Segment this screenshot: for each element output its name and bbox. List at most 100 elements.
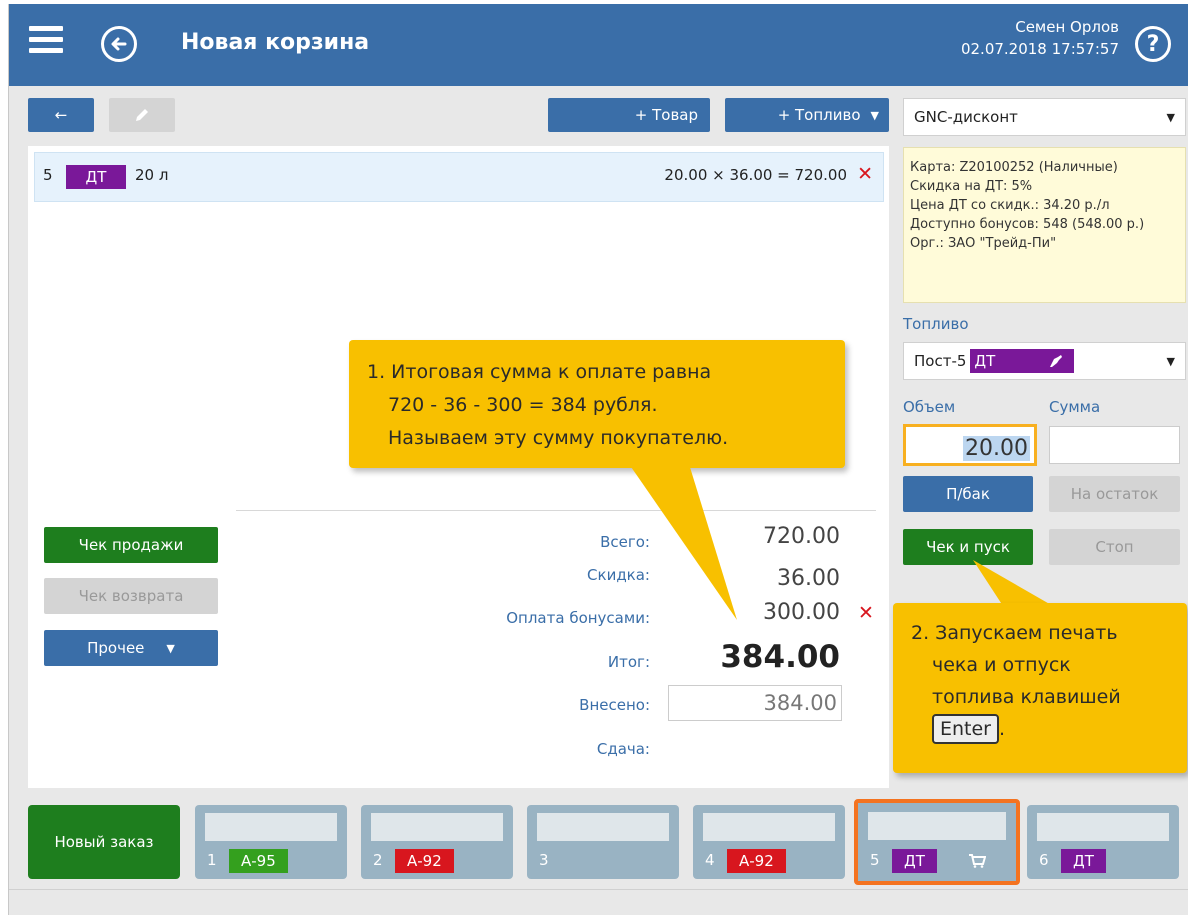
order-tab-number: 6 [1039, 851, 1049, 869]
order-tab-4[interactable]: 4 А-92 [693, 805, 845, 879]
stop-label: Стоп [1095, 538, 1134, 556]
order-fuel-badge: А-92 [727, 849, 786, 873]
page-title: Новая корзина [181, 30, 370, 55]
remove-bonus-icon[interactable]: ✕ [858, 602, 874, 624]
callout-line: 2. Запускаем печать [911, 622, 1118, 644]
dropdown-arrow-icon: ▼ [1166, 110, 1175, 124]
order-tab-bar [703, 813, 835, 841]
status-strip [9, 889, 1188, 915]
discount-label: Скидка: [587, 566, 650, 584]
pump-value: Пост-5 [914, 352, 967, 370]
chevron-down-icon: ▼ [166, 641, 175, 655]
order-tab-bar [1037, 813, 1169, 841]
callout-line: 1. Итоговая сумма к оплате равна [367, 361, 712, 383]
pump-fuel-label: ДТ [974, 352, 996, 370]
order-tab-bar [371, 813, 503, 841]
callout-enter-key: 2. Запускаем печать чека и отпуск топлив… [893, 603, 1187, 773]
amount-input[interactable] [1049, 426, 1180, 464]
chevron-down-icon: ▼ [870, 108, 879, 122]
callout-line: чека и отпуск [932, 654, 1071, 676]
order-fuel-badge: ДТ [1061, 849, 1106, 873]
paid-input[interactable]: 384.00 [668, 685, 842, 721]
order-tab-6[interactable]: 6 ДТ [1027, 805, 1179, 879]
user-info: Семен Орлов 02.07.2018 17:57:57 [961, 16, 1119, 60]
amount-label: Сумма [1049, 398, 1101, 416]
card-info-line: Цена ДТ со скидк.: 34.20 р./л [910, 198, 1110, 213]
cart-row[interactable]: 5 ДТ 20 л 20.00 × 36.00 = 720.00 ✕ [34, 152, 884, 202]
stop-button[interactable]: Стоп [1049, 529, 1180, 565]
callout-pointer [629, 464, 737, 620]
question-circle-icon[interactable]: ? [1135, 26, 1171, 62]
dropdown-arrow-icon: ▼ [1166, 354, 1175, 368]
paid-label: Внесено: [579, 696, 650, 714]
pencil-icon [136, 109, 148, 121]
new-order-label: Новый заказ [54, 833, 154, 851]
callout-line: Называем эту сумму покупателю. [388, 427, 729, 449]
add-fuel-button[interactable]: + Топливо ▼ [725, 98, 889, 132]
order-tab-number: 2 [373, 851, 383, 869]
cart-item-calc: 20.00 × 36.00 = 720.00 [664, 166, 847, 184]
order-tab-5[interactable]: 5 ДТ [854, 799, 1020, 885]
cart-item-volume: 20 л [135, 166, 169, 184]
sale-receipt-label: Чек продажи [78, 536, 184, 554]
top-bar: Новая корзина Семен Орлов 02.07.2018 17:… [9, 4, 1188, 86]
order-tab-number: 3 [539, 851, 549, 869]
full-tank-button[interactable]: П/бак [903, 476, 1033, 512]
order-tab-bar [868, 812, 1006, 840]
order-tab-1[interactable]: 1 А-95 [195, 805, 347, 879]
card-info-line: Орг.: ЗАО "Трейд-Пи" [910, 236, 1057, 251]
order-fuel-badge: А-92 [395, 849, 454, 873]
add-item-label: + Товар [634, 106, 698, 124]
order-tab-3[interactable]: 3 [527, 805, 679, 879]
callout-line: 720 - 36 - 300 = 384 рубля. [388, 394, 658, 416]
order-fuel-badge: ДТ [892, 849, 937, 873]
volume-label: Объем [903, 398, 956, 416]
card-info-box: Карта: Z20100252 (Наличные) Скидка на ДТ… [903, 147, 1186, 303]
print-and-start-label: Чек и пуск [926, 538, 1010, 556]
volume-input-value: 20.00 [963, 436, 1030, 461]
total-label: Всего: [600, 533, 650, 551]
callout-period: . [999, 718, 1006, 740]
new-order-button[interactable]: Новый заказ [28, 805, 180, 879]
app-window: Новая корзина Семен Орлов 02.07.2018 17:… [8, 4, 1188, 915]
change-label: Сдача: [596, 740, 650, 758]
return-receipt-label: Чек возврата [78, 587, 184, 605]
remove-item-icon[interactable]: ✕ [857, 163, 873, 185]
add-fuel-label: + Топливо [777, 106, 861, 124]
pump-select[interactable]: Пост-5 ДТ ▼ [903, 342, 1186, 380]
user-name: Семен Орлов [1015, 18, 1119, 36]
order-tab-bar [537, 813, 669, 841]
order-tab-bar [205, 813, 337, 841]
bonus-label: Оплата бонусами: [506, 609, 650, 627]
fuel-label: Топливо [903, 315, 969, 333]
pump-fuel-badge: ДТ [970, 349, 1075, 373]
back-button[interactable]: ← [28, 98, 94, 132]
other-label: Прочее [87, 639, 145, 657]
order-tab-number: 1 [207, 851, 217, 869]
edit-button[interactable] [109, 98, 175, 132]
enter-key: Enter [932, 714, 999, 744]
callout-total-explanation: 1. Итоговая сумма к оплате равна 720 - 3… [349, 340, 845, 468]
back-circle-icon[interactable] [101, 26, 137, 62]
volume-input[interactable]: 20.00 [903, 424, 1037, 466]
remainder-label: На остаток [1070, 485, 1159, 503]
remainder-button[interactable]: На остаток [1049, 476, 1180, 512]
discount-program-select[interactable]: GNC-дисконт ▼ [903, 98, 1186, 136]
sale-receipt-button[interactable]: Чек продажи [44, 527, 218, 563]
fuel-nozzle-icon [1050, 355, 1063, 367]
result-value: 384.00 [720, 639, 840, 675]
hamburger-icon[interactable] [29, 26, 63, 60]
card-info-line: Скидка на ДТ: 5% [910, 179, 1033, 194]
result-label: Итог: [607, 653, 650, 671]
order-tab-number: 5 [870, 851, 880, 869]
order-tab-number: 4 [705, 851, 715, 869]
card-info-line: Доступно бонусов: 548 (548.00 р.) [910, 217, 1145, 232]
back-arrow-icon: ← [54, 106, 68, 124]
add-item-button[interactable]: + Товар [548, 98, 710, 132]
current-datetime: 02.07.2018 17:57:57 [960, 40, 1119, 58]
cart-item-number: 5 [43, 166, 53, 184]
order-tab-2[interactable]: 2 А-92 [361, 805, 513, 879]
other-button[interactable]: Прочее ▼ [44, 630, 218, 666]
discount-program-value: GNC-дисконт [914, 108, 1018, 126]
return-receipt-button[interactable]: Чек возврата [44, 578, 218, 614]
